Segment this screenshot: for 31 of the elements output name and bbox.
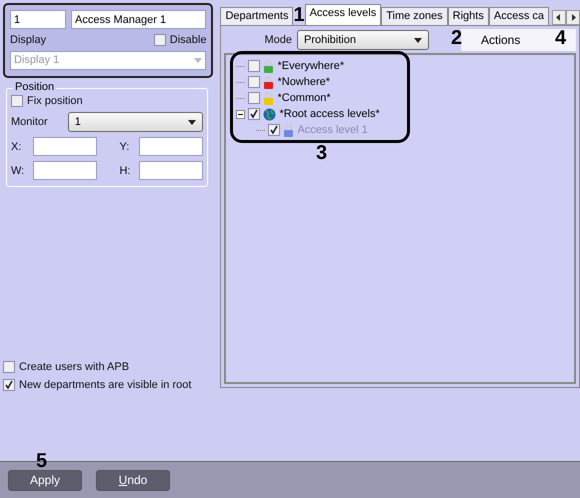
- undo-button[interactable]: Undo: [96, 470, 170, 490]
- tab[interactable]: Access ca: [488, 7, 549, 25]
- x-label: X:: [11, 140, 22, 152]
- tree-item-label[interactable]: *Root access levels*: [279, 108, 380, 120]
- mode-dropdown[interactable]: Prohibition: [297, 30, 429, 50]
- h-label: H:: [119, 164, 132, 176]
- apply-button[interactable]: Apply: [8, 470, 82, 490]
- callout-number: 1: [293, 5, 305, 25]
- option-label: Create users with APB: [19, 361, 130, 373]
- tree-item-label[interactable]: *Nowhere*: [277, 76, 330, 88]
- tab[interactable]: Time zones: [381, 7, 448, 25]
- tree-item-label[interactable]: *Common*: [277, 92, 331, 104]
- tree-item-label[interactable]: *Everywhere*: [277, 60, 344, 72]
- group-title: Position: [13, 81, 56, 93]
- callout-number: 4: [555, 27, 566, 50]
- option-label: New departments are visible in root: [19, 379, 192, 391]
- monitor-dropdown[interactable]: 1: [68, 112, 204, 132]
- callout-number: 3: [316, 142, 328, 165]
- display-label: Display: [10, 34, 46, 46]
- tab[interactable]: Rights: [448, 7, 489, 25]
- fix-position-label: Fix position: [27, 95, 83, 107]
- number-field[interactable]: 1: [10, 10, 66, 29]
- tab[interactable]: Departments: [220, 7, 294, 25]
- w-label: W:: [11, 164, 26, 176]
- callout-number: 2: [451, 27, 462, 50]
- tab[interactable]: Access levels: [304, 4, 382, 25]
- name-field[interactable]: Access Manager 1: [71, 10, 206, 29]
- y-label: Y:: [119, 140, 130, 152]
- disable-label: Disable: [170, 34, 206, 46]
- monitor-label: Monitor: [11, 116, 48, 128]
- mode-label: Mode: [264, 34, 292, 46]
